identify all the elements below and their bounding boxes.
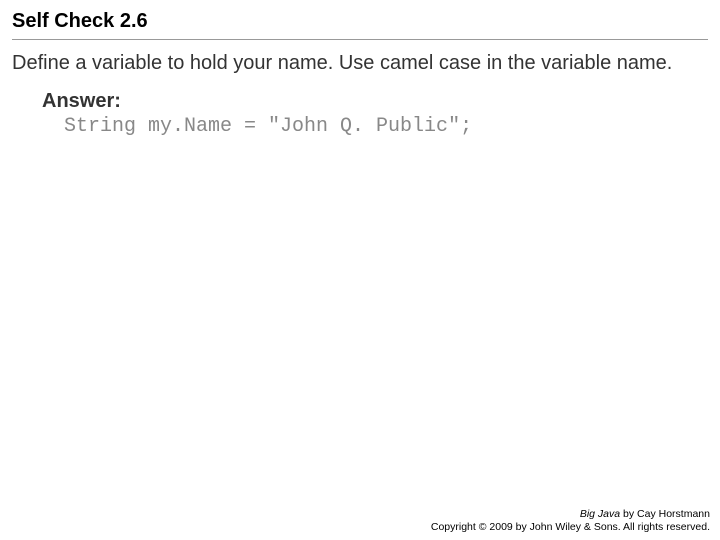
answer-code: String my.Name = "John Q. Public";: [64, 115, 708, 138]
footer: Big Java by Cay Horstmann Copyright © 20…: [431, 508, 710, 534]
question-text: Define a variable to hold your name. Use…: [12, 50, 708, 76]
footer-line-1: Big Java by Cay Horstmann: [431, 508, 710, 521]
book-title: Big Java: [580, 508, 620, 520]
answer-block: Answer: String my.Name = "John Q. Public…: [42, 90, 708, 138]
slide-title: Self Check 2.6: [12, 10, 708, 40]
byline: by Cay Horstmann: [620, 508, 710, 520]
copyright-line: Copyright © 2009 by John Wiley & Sons. A…: [431, 521, 710, 534]
slide: Self Check 2.6 Define a variable to hold…: [0, 0, 720, 540]
answer-label: Answer:: [42, 90, 708, 113]
